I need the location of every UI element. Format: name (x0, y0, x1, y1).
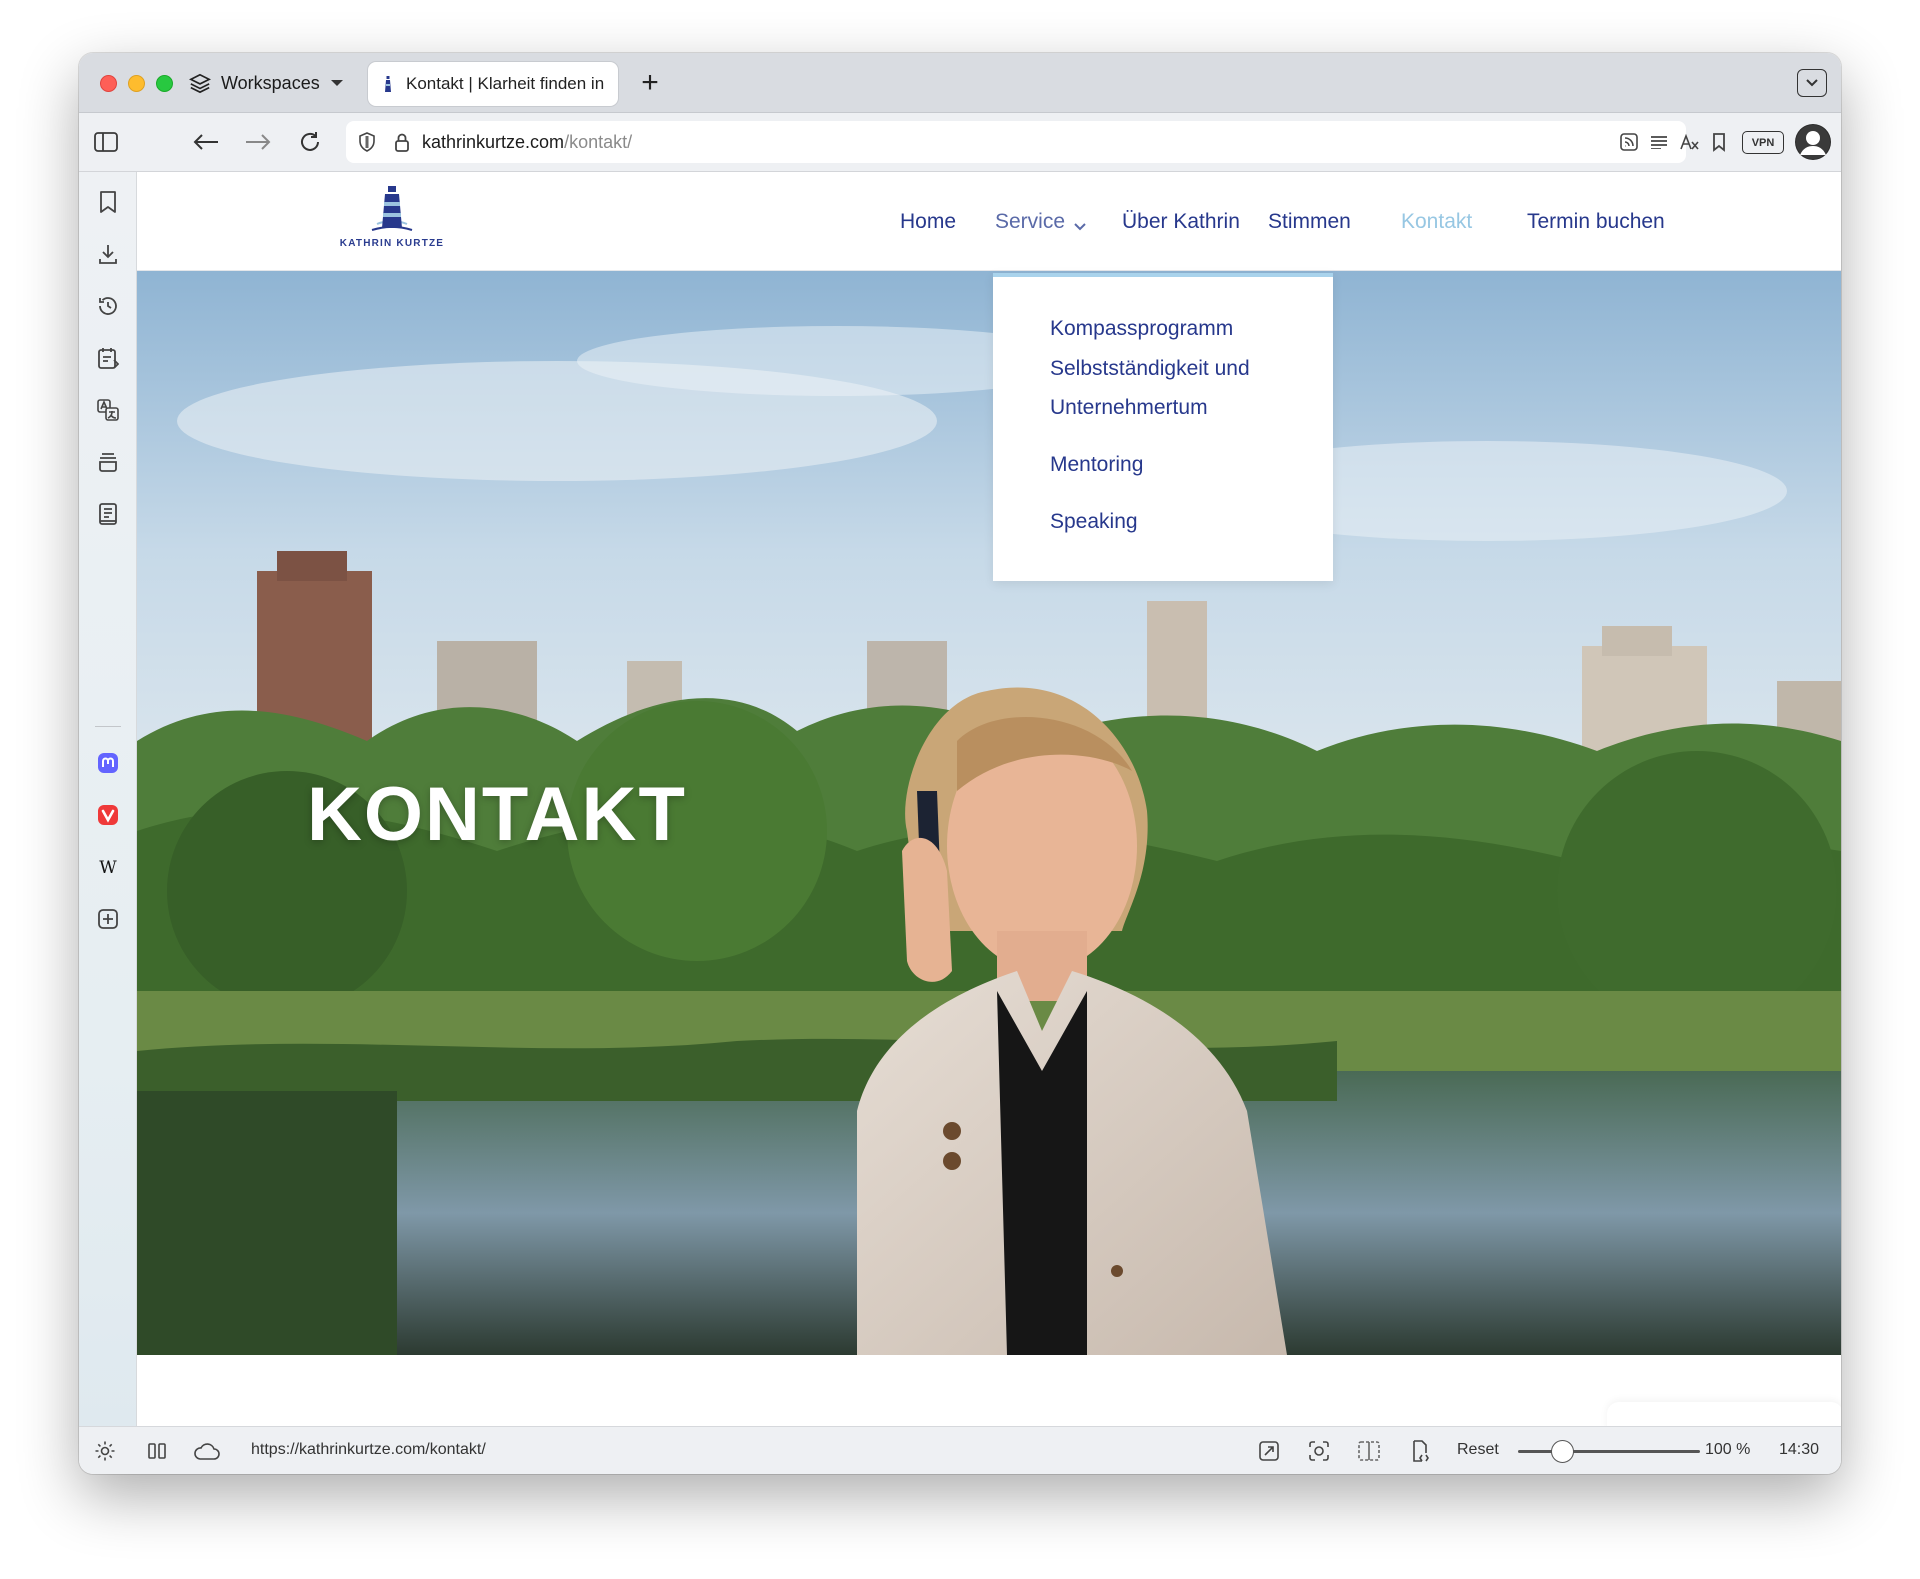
lock-icon (392, 131, 412, 153)
address-toolbar: kathrinkurtze.com/kontakt/ VPN (79, 113, 1841, 172)
reader-view-icon[interactable] (1648, 131, 1670, 153)
minimize-window-button[interactable] (128, 75, 145, 92)
tile-tabs-icon[interactable] (145, 1439, 169, 1463)
translate-icon[interactable] (1678, 131, 1700, 153)
close-window-button[interactable] (100, 75, 117, 92)
dropdown-item-selbststaendigkeit-line1[interactable]: Selbstständigkeit und (1050, 349, 1250, 389)
dropdown-item-speaking[interactable]: Speaking (1050, 502, 1138, 542)
page-hero-title: KONTAKT (307, 772, 687, 857)
clock: 14:30 (1779, 1441, 1820, 1458)
vivaldi-icon[interactable] (93, 800, 123, 830)
floating-widget-tab[interactable] (1607, 1402, 1841, 1426)
chevron-down-icon (1805, 74, 1819, 92)
zoom-window-button[interactable] (156, 75, 173, 92)
page-actions-icon[interactable] (1407, 1439, 1431, 1463)
dropdown-item-selbststaendigkeit-line2[interactable]: Unternehmertum (1050, 388, 1208, 428)
tab-title: Kontakt | Klarheit finden in (406, 74, 605, 93)
service-dropdown-menu: Kompassprogramm Selbstständigkeit und Un… (993, 273, 1333, 581)
panel-sidebar: W (79, 172, 137, 1426)
sync-cloud-icon[interactable] (193, 1439, 221, 1463)
panel-toggle-icon[interactable] (91, 127, 121, 157)
capture-icon[interactable] (1307, 1439, 1331, 1463)
new-tab-button[interactable]: + (635, 68, 665, 99)
url-host: kathrinkurtze.com (422, 131, 565, 152)
history-icon[interactable] (93, 291, 123, 321)
status-bar: https://kathrinkurtze.com/kontakt/ Reset… (79, 1426, 1841, 1474)
notes-icon[interactable] (93, 343, 123, 373)
vpn-button[interactable]: VPN (1742, 131, 1784, 154)
profile-avatar-icon[interactable] (1795, 124, 1831, 160)
nav-ueber-kathrin[interactable]: Über Kathrin (1122, 210, 1240, 234)
chevron-down-icon[interactable] (1073, 218, 1087, 236)
zoom-level: 100 % (1705, 1441, 1751, 1458)
back-icon[interactable] (191, 127, 221, 157)
reading-list-icon[interactable] (93, 499, 123, 529)
add-panel-icon[interactable] (93, 904, 123, 934)
chevron-down-icon (330, 78, 344, 88)
web-page: KONTAKT KATHRIN KURTZE Home Service Über… (137, 172, 1841, 1426)
nav-termin-buchen[interactable]: Termin buchen (1527, 210, 1665, 234)
translate-icon[interactable] (93, 395, 123, 425)
sidebar-divider (95, 726, 121, 727)
workspaces-label: Workspaces (221, 72, 320, 93)
nav-kontakt[interactable]: Kontakt (1401, 210, 1472, 234)
nav-stimmen[interactable]: Stimmen (1268, 210, 1351, 234)
bookmarks-icon[interactable] (93, 187, 123, 217)
page-tiling-icon[interactable] (1357, 1439, 1381, 1463)
site-favicon-icon (380, 74, 396, 94)
layers-icon (189, 72, 211, 94)
hero-image: KONTAKT (137, 271, 1841, 1355)
url-text[interactable]: kathrinkurtze.com/kontakt/ (422, 132, 632, 153)
downloads-icon[interactable] (93, 239, 123, 269)
tab-list-button[interactable] (1797, 69, 1827, 97)
reload-icon[interactable] (295, 127, 325, 157)
bookmark-icon[interactable] (1708, 131, 1730, 153)
svg-text:W: W (99, 858, 117, 876)
zoom-reset-button[interactable]: Reset (1457, 1441, 1499, 1459)
tab-bar: Workspaces Kontakt | Klarheit finden in … (79, 53, 1841, 113)
zoom-slider-track[interactable] (1518, 1450, 1700, 1453)
zoom-slider-knob[interactable] (1551, 1440, 1574, 1463)
expand-screenshot-icon[interactable] (1257, 1439, 1281, 1463)
lighthouse-logo-icon (371, 186, 413, 231)
browser-window: Workspaces Kontakt | Klarheit finden in … (79, 53, 1841, 1474)
dropdown-item-kompassprogramm[interactable]: Kompassprogramm (1050, 309, 1233, 349)
shield-icon[interactable] (356, 131, 378, 153)
nav-home[interactable]: Home (900, 210, 956, 234)
feed-icon[interactable] (1618, 131, 1640, 153)
workspaces-button[interactable]: Workspaces (189, 67, 344, 99)
address-field[interactable]: kathrinkurtze.com/kontakt/ (346, 121, 1725, 163)
url-path: /kontakt/ (564, 131, 633, 152)
wikipedia-icon[interactable]: W (93, 852, 123, 882)
status-url: https://kathrinkurtze.com/kontakt/ (251, 1441, 486, 1458)
logo-wordmark: KATHRIN KURTZE (339, 238, 445, 249)
dropdown-item-mentoring[interactable]: Mentoring (1050, 445, 1143, 485)
nav-service[interactable]: Service (995, 210, 1065, 234)
forward-icon[interactable] (243, 127, 273, 157)
tab-kontakt[interactable]: Kontakt | Klarheit finden in (368, 62, 618, 106)
settings-gear-icon[interactable] (93, 1439, 117, 1463)
window-stack-icon[interactable] (93, 447, 123, 477)
mastodon-icon[interactable] (93, 748, 123, 778)
site-logo[interactable]: KATHRIN KURTZE (327, 184, 457, 260)
site-header: KATHRIN KURTZE Home Service Über Kathrin… (137, 172, 1841, 271)
